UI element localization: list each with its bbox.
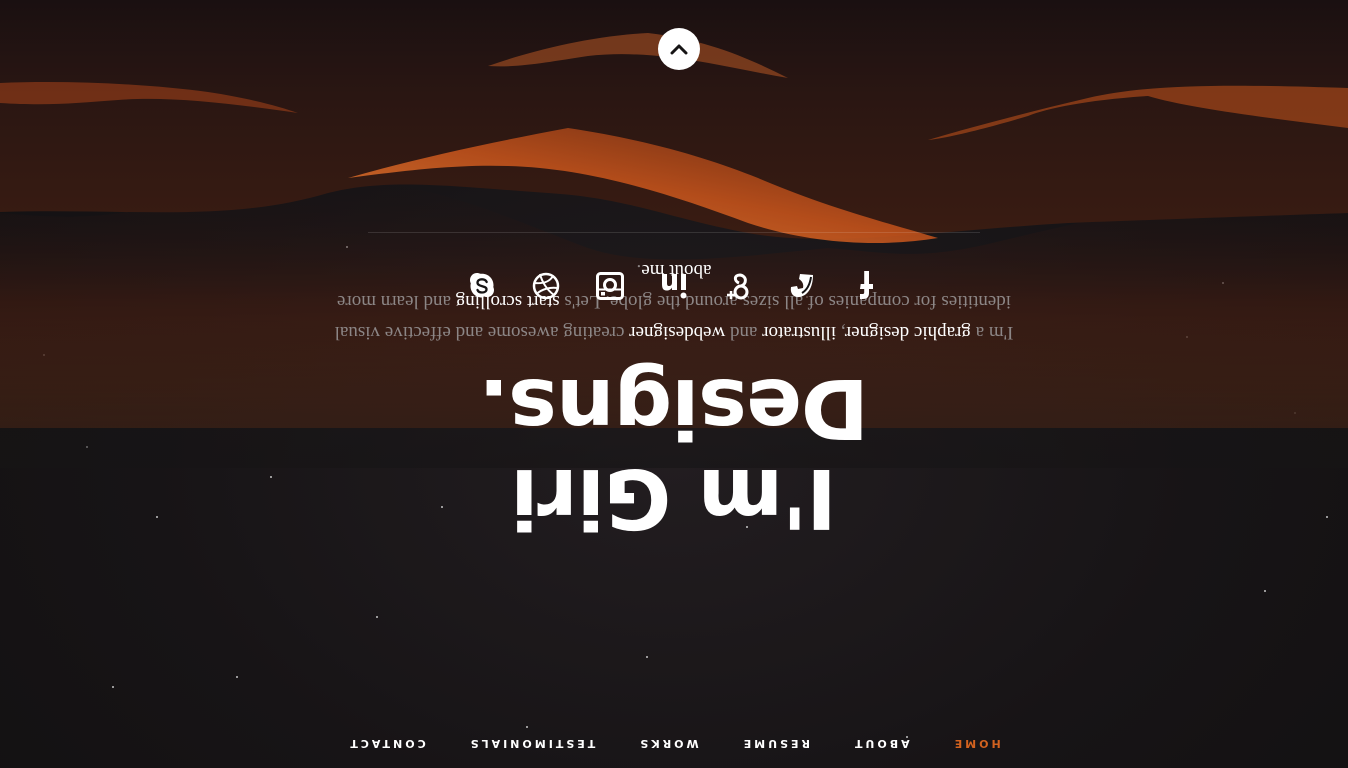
hero-heading: I'm Giri Designs. bbox=[479, 360, 869, 545]
instagram-icon[interactable] bbox=[594, 270, 626, 302]
dribbble-icon[interactable] bbox=[530, 270, 562, 302]
nav-link-resume[interactable]: RESUME bbox=[741, 738, 810, 751]
nav-link-home[interactable]: HOME bbox=[952, 738, 1001, 751]
linkedin-icon[interactable] bbox=[658, 270, 690, 302]
page: HOME ABOUT RESUME WORKS TESTIMONIALS CONTACT … bbox=[0, 0, 1348, 768]
skype-icon[interactable] bbox=[466, 270, 498, 302]
nav-link-contact[interactable]: CONTACT bbox=[347, 738, 425, 751]
nav-link-testimonials[interactable]: TESTIMONIALS bbox=[468, 738, 596, 751]
nav-link-works[interactable]: WORKS bbox=[637, 738, 698, 751]
intro-text-part: , bbox=[836, 322, 846, 343]
highlight-graphic-designer: graphic designer bbox=[845, 322, 971, 343]
facebook-icon[interactable] bbox=[850, 270, 882, 302]
intro-text-part: and bbox=[725, 322, 763, 343]
highlight-webdesigner: webdesigner bbox=[629, 322, 726, 343]
nav-link-about[interactable]: ABOUT bbox=[852, 738, 910, 751]
google-plus-icon[interactable] bbox=[722, 270, 754, 302]
scroll-down-button[interactable] bbox=[658, 28, 700, 70]
intro-divider bbox=[368, 232, 980, 233]
social-links bbox=[0, 270, 1348, 302]
highlight-illustrator: illustrator bbox=[762, 322, 837, 343]
chevron-down-icon bbox=[670, 44, 688, 55]
intro-text-part: I'm a bbox=[970, 322, 1014, 343]
main-nav: HOME ABOUT RESUME WORKS TESTIMONIALS CONTACT bbox=[0, 720, 1348, 768]
spartan-helmet-icon[interactable] bbox=[786, 270, 818, 302]
